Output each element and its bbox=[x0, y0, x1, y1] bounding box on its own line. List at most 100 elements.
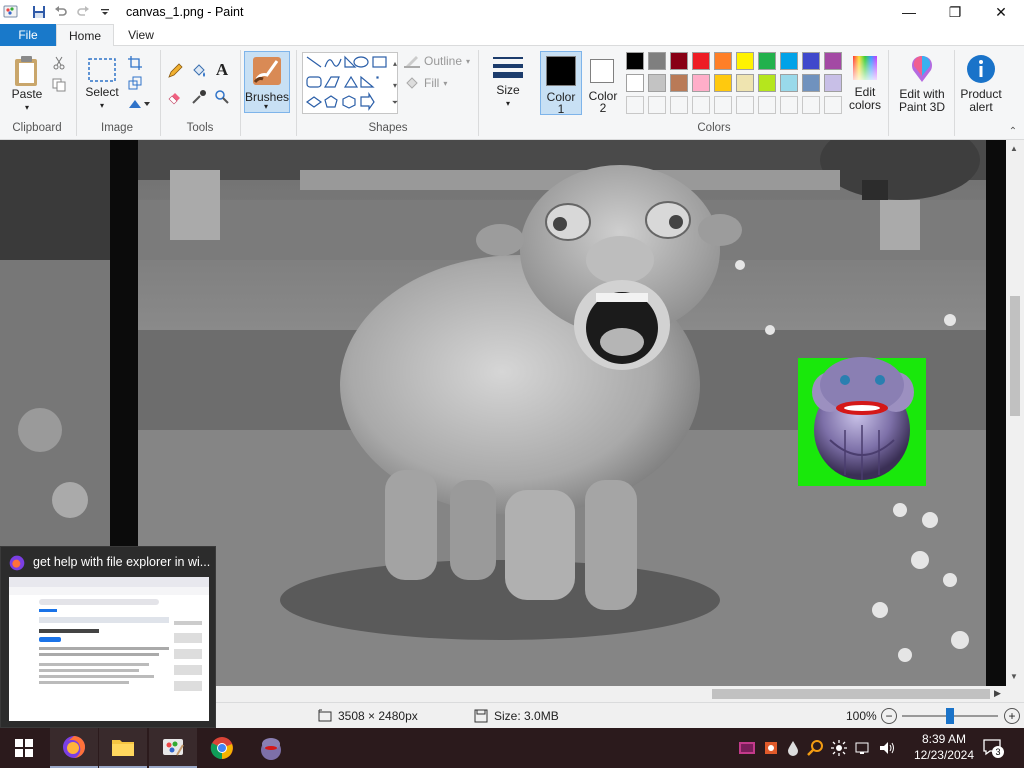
zoom-slider[interactable] bbox=[902, 708, 998, 724]
color2-button[interactable]: Color 2 bbox=[586, 51, 620, 115]
shapes-scroll-down-icon[interactable]: ▾ bbox=[386, 76, 404, 94]
taskbar-file-explorer[interactable] bbox=[99, 728, 147, 768]
start-button[interactable] bbox=[0, 728, 48, 768]
zoom-slider-thumb[interactable] bbox=[946, 708, 954, 724]
edit-with-paint3d-button[interactable]: Edit with Paint 3D bbox=[894, 54, 950, 114]
palette-empty-swatch[interactable] bbox=[692, 96, 710, 114]
tray-drop-icon[interactable] bbox=[786, 739, 800, 757]
minimize-button[interactable]: — bbox=[886, 0, 932, 24]
palette-swatch[interactable] bbox=[824, 52, 842, 70]
palette-empty-swatch[interactable] bbox=[626, 96, 644, 114]
palette-empty-swatch[interactable] bbox=[824, 96, 842, 114]
resize-icon[interactable] bbox=[126, 74, 144, 92]
paste-dropdown-icon: ▾ bbox=[24, 103, 29, 112]
save-icon[interactable] bbox=[30, 3, 48, 21]
vertical-scroll-thumb[interactable] bbox=[1010, 296, 1020, 416]
palette-swatch[interactable] bbox=[648, 74, 666, 92]
palette-swatch[interactable] bbox=[780, 74, 798, 92]
palette-swatch[interactable] bbox=[802, 74, 820, 92]
product-alert-button[interactable]: Product alert bbox=[958, 54, 1004, 114]
crop-icon[interactable] bbox=[126, 54, 144, 72]
fill-bucket-icon[interactable] bbox=[190, 62, 208, 80]
text-tool-icon[interactable]: A bbox=[213, 60, 231, 79]
palette-swatch[interactable] bbox=[670, 52, 688, 70]
paint-app-icon[interactable] bbox=[2, 3, 20, 21]
palette-swatch[interactable] bbox=[692, 74, 710, 92]
palette-swatch[interactable] bbox=[670, 74, 688, 92]
scroll-down-icon[interactable]: ▼ bbox=[1010, 672, 1018, 681]
taskbar-chrome[interactable] bbox=[198, 728, 246, 768]
paste-button[interactable]: Paste ▾ bbox=[8, 54, 46, 114]
tab-home[interactable]: Home bbox=[56, 24, 114, 47]
vertical-scrollbar[interactable]: ▲ ▼ bbox=[1006, 140, 1024, 686]
shapes-gallery[interactable] bbox=[302, 52, 398, 114]
shapes-scroll-up-icon[interactable]: ▴ bbox=[386, 54, 404, 72]
palette-swatch[interactable] bbox=[736, 74, 754, 92]
maximize-button[interactable]: ❐ bbox=[932, 0, 978, 24]
palette-empty-swatch[interactable] bbox=[802, 96, 820, 114]
taskbar-paint[interactable] bbox=[149, 728, 197, 768]
palette-swatch[interactable] bbox=[714, 52, 732, 70]
size-button[interactable]: Size ▾ bbox=[488, 54, 528, 110]
palette-empty-swatch[interactable] bbox=[714, 96, 732, 114]
edit-colors-icon bbox=[853, 56, 877, 80]
taskbar-app-character[interactable] bbox=[247, 728, 295, 768]
palette-swatch[interactable] bbox=[736, 52, 754, 70]
zoom-text: 100% bbox=[846, 709, 877, 723]
palette-swatch[interactable] bbox=[824, 74, 842, 92]
brushes-button[interactable]: Brushes ▾ bbox=[244, 51, 290, 113]
color-picker-icon[interactable] bbox=[190, 88, 208, 106]
tab-view[interactable]: View bbox=[118, 24, 164, 46]
palette-empty-swatch[interactable] bbox=[780, 96, 798, 114]
palette-swatch[interactable] bbox=[648, 52, 666, 70]
scroll-right-icon[interactable]: ▶ bbox=[994, 688, 1001, 699]
fill-button[interactable]: Fill ▾ bbox=[404, 76, 447, 90]
dimensions-icon bbox=[318, 709, 332, 722]
close-button[interactable]: ✕ bbox=[978, 0, 1024, 24]
thumbnail-page-preview[interactable] bbox=[9, 577, 209, 721]
taskbar-clock[interactable]: 8:39 AM 12/23/2024 bbox=[914, 731, 974, 763]
palette-empty-swatch[interactable] bbox=[648, 96, 666, 114]
palette-swatch[interactable] bbox=[802, 52, 820, 70]
palette-swatch[interactable] bbox=[780, 52, 798, 70]
palette-swatch[interactable] bbox=[714, 74, 732, 92]
tab-file[interactable]: File bbox=[0, 24, 56, 46]
scroll-up-icon[interactable]: ▲ bbox=[1010, 144, 1018, 153]
notification-badge: 3 bbox=[992, 746, 1004, 758]
copy-icon[interactable] bbox=[50, 76, 68, 94]
taskbar-firefox[interactable] bbox=[50, 728, 98, 768]
notification-center-button[interactable]: 3 bbox=[982, 738, 1004, 758]
palette-empty-swatch[interactable] bbox=[758, 96, 776, 114]
palette-empty-swatch[interactable] bbox=[670, 96, 688, 114]
palette-swatch[interactable] bbox=[626, 52, 644, 70]
cut-icon[interactable] bbox=[50, 54, 68, 72]
undo-icon[interactable] bbox=[52, 3, 70, 21]
tray-brightness-icon[interactable] bbox=[830, 739, 848, 757]
palette-swatch[interactable] bbox=[758, 52, 776, 70]
eraser-icon[interactable] bbox=[166, 88, 184, 106]
tray-app-icon[interactable] bbox=[738, 739, 756, 757]
palette-swatch[interactable] bbox=[758, 74, 776, 92]
edit-colors-button[interactable]: Edit colors bbox=[846, 54, 884, 112]
palette-swatch[interactable] bbox=[626, 74, 644, 92]
palette-swatch[interactable] bbox=[692, 52, 710, 70]
outline-button[interactable]: Outline ▾ bbox=[404, 54, 470, 68]
taskbar-thumbnail-preview[interactable]: get help with file explorer in wi... bbox=[0, 546, 216, 728]
tray-search-icon[interactable] bbox=[806, 739, 824, 757]
pencil-icon[interactable] bbox=[166, 62, 184, 80]
zoom-in-button[interactable]: + bbox=[1004, 708, 1020, 724]
network-icon[interactable] bbox=[854, 739, 872, 757]
shapes-more-icon[interactable]: ⏷ bbox=[386, 94, 404, 112]
volume-icon[interactable] bbox=[878, 739, 896, 757]
horizontal-scroll-thumb[interactable] bbox=[712, 689, 990, 699]
magnifier-icon[interactable] bbox=[213, 88, 231, 106]
redo-icon[interactable] bbox=[74, 3, 92, 21]
select-button[interactable]: Select ▾ bbox=[84, 54, 120, 112]
customize-qat-icon[interactable] bbox=[96, 3, 114, 21]
color1-button[interactable]: Color 1 bbox=[540, 51, 582, 116]
palette-empty-swatch[interactable] bbox=[736, 96, 754, 114]
rotate-icon[interactable] bbox=[126, 94, 152, 112]
tray-puzzle-icon[interactable] bbox=[762, 739, 780, 757]
zoom-out-button[interactable]: − bbox=[881, 708, 897, 724]
collapse-ribbon-icon[interactable]: ⌃ bbox=[1004, 122, 1022, 140]
